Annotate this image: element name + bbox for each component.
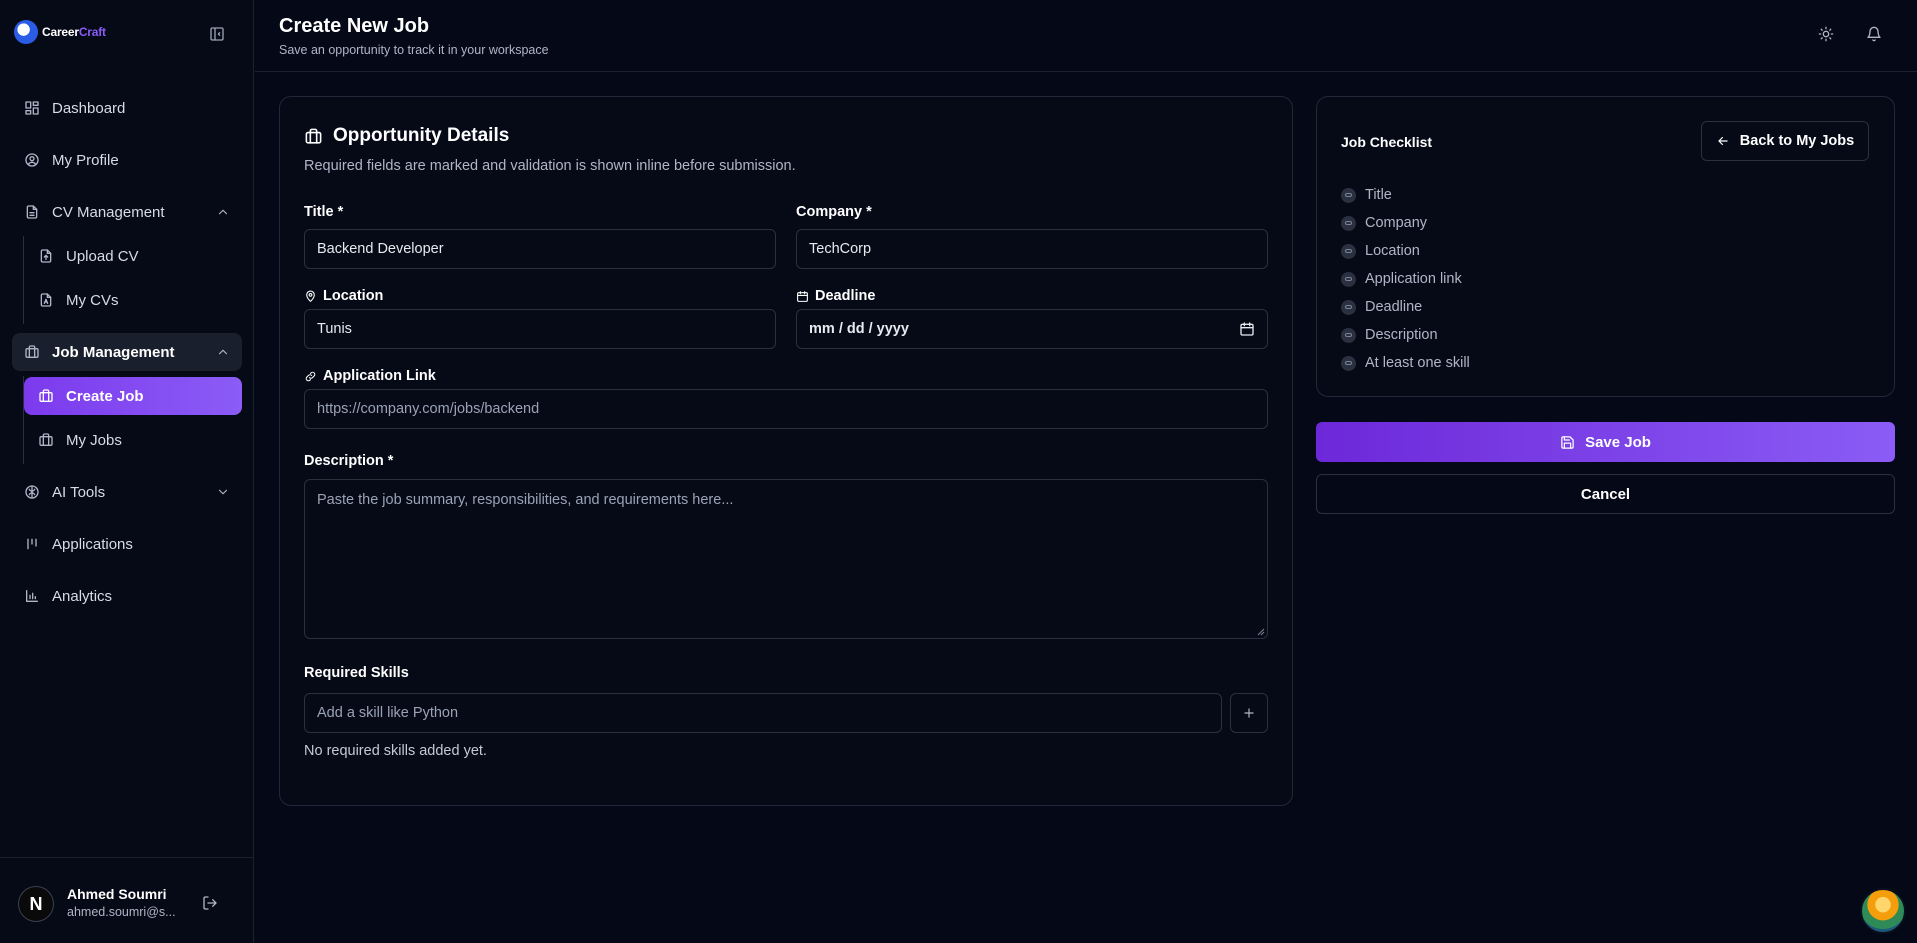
chevron-up-icon (218, 349, 228, 355)
chevron-down-icon (218, 489, 228, 495)
skill-input[interactable]: Add a skill like Python (304, 693, 1222, 733)
user-panel: N Ahmed Soumri ahmed.soumri@s... (0, 857, 254, 943)
pending-dot-icon (1341, 187, 1356, 203)
back-to-my-jobs-button[interactable]: Back to My Jobs (1701, 121, 1869, 161)
application-link-label: Application Link (304, 368, 436, 384)
sidebar-item-dashboard[interactable]: Dashboard (12, 89, 242, 127)
pending-dot-icon (1341, 243, 1356, 259)
deadline-date-input[interactable]: mm / dd / yyyy (796, 309, 1268, 349)
page-subtitle: Save an opportunity to track it in your … (279, 43, 549, 57)
sidebar-item-ai-tools[interactable]: AI Tools (12, 473, 242, 511)
location-input[interactable]: Tunis (304, 309, 776, 349)
sidebar-item-cv-management[interactable]: CV Management (12, 193, 242, 231)
arrow-left-icon (1718, 136, 1728, 146)
briefcase-icon (39, 389, 53, 402)
theme-toggle-sun-icon[interactable] (1818, 26, 1834, 42)
user-circle-icon (25, 153, 39, 167)
map-pin-icon (306, 290, 315, 302)
file-upload-icon (40, 249, 52, 263)
company-label: Company * (796, 204, 872, 220)
checklist-item: At least one skill (1341, 355, 1470, 371)
calendar-icon (797, 290, 808, 302)
deadline-label: Deadline (796, 288, 875, 304)
link-icon (305, 371, 316, 381)
sidebar-item-my-cvs[interactable]: My CVs (24, 281, 242, 319)
checklist-item: Description (1341, 327, 1438, 343)
checklist-item: Deadline (1341, 299, 1422, 315)
notifications-bell-icon[interactable] (1866, 26, 1882, 42)
card-title: Opportunity Details (333, 125, 510, 146)
bar-chart-icon (26, 590, 38, 602)
sidebar-item-my-profile[interactable]: My Profile (12, 141, 242, 179)
checklist-title: Job Checklist (1341, 134, 1433, 150)
briefcase-icon (39, 433, 53, 446)
briefcase-icon (25, 345, 39, 358)
calendar-picker-icon[interactable] (1239, 321, 1255, 337)
sidebar-item-create-job[interactable]: Create Job (24, 377, 242, 415)
file-text-icon (40, 293, 52, 307)
pending-dot-icon (1341, 327, 1356, 343)
pending-dot-icon (1341, 271, 1356, 287)
careercraft-logo-icon (14, 20, 38, 44)
card-description: Required fields are marked and validatio… (304, 158, 796, 174)
plus-icon (1244, 708, 1254, 718)
sidebar-item-upload-cv[interactable]: Upload CV (24, 237, 242, 275)
document-icon (26, 205, 38, 219)
briefcase-icon (305, 128, 322, 144)
resize-grip-icon[interactable] (1255, 626, 1265, 636)
application-link-input[interactable]: https://company.com/jobs/backend (304, 389, 1268, 429)
kanban-icon (27, 538, 37, 550)
pending-dot-icon (1341, 355, 1356, 371)
brand-logo[interactable]: CareerCraft (14, 20, 106, 44)
add-skill-button[interactable] (1230, 693, 1268, 733)
user-email: ahmed.soumri@s... (67, 905, 176, 919)
user-name: Ahmed Soumri (67, 886, 167, 902)
skills-empty-note: No required skills added yet. (304, 743, 487, 759)
assistant-avatar-icon[interactable] (1860, 888, 1906, 934)
checklist-item: Title (1341, 187, 1392, 203)
cancel-button[interactable]: Cancel (1316, 474, 1895, 514)
checklist-item: Application link (1341, 271, 1462, 287)
brain-icon (25, 485, 39, 499)
company-input[interactable]: TechCorp (796, 229, 1268, 269)
sidebar-item-analytics[interactable]: Analytics (12, 577, 242, 615)
job-checklist-card: Job Checklist Back to My Jobs Title Comp… (1316, 96, 1895, 397)
top-header: Create New Job Save an opportunity to tr… (255, 0, 1917, 72)
avatar[interactable]: N (18, 886, 54, 922)
title-label: Title * (304, 204, 344, 220)
sidebar-toggle-icon[interactable] (209, 26, 225, 42)
sidebar: CareerCraft Dashboard My Profile CV Mana… (0, 0, 254, 943)
checklist-item: Company (1341, 215, 1427, 231)
description-label: Description * (304, 453, 394, 469)
opportunity-details-card: Opportunity Details Required fields are … (279, 96, 1293, 806)
title-input[interactable]: Backend Developer (304, 229, 776, 269)
checklist-item: Location (1341, 243, 1420, 259)
description-textarea[interactable]: Paste the job summary, responsibilities,… (304, 479, 1268, 639)
chevron-up-icon (218, 209, 228, 215)
location-label: Location (304, 288, 383, 304)
page-title: Create New Job (279, 15, 430, 37)
pending-dot-icon (1341, 299, 1356, 315)
sidebar-item-my-jobs[interactable]: My Jobs (24, 421, 242, 459)
dashboard-icon (25, 101, 39, 115)
save-job-button[interactable]: Save Job (1316, 422, 1895, 462)
logout-icon[interactable] (202, 895, 218, 911)
sidebar-item-applications[interactable]: Applications (12, 525, 242, 563)
sidebar-item-job-management[interactable]: Job Management (12, 333, 242, 371)
pending-dot-icon (1341, 215, 1356, 231)
required-skills-label: Required Skills (304, 665, 409, 681)
save-icon (1561, 435, 1574, 449)
